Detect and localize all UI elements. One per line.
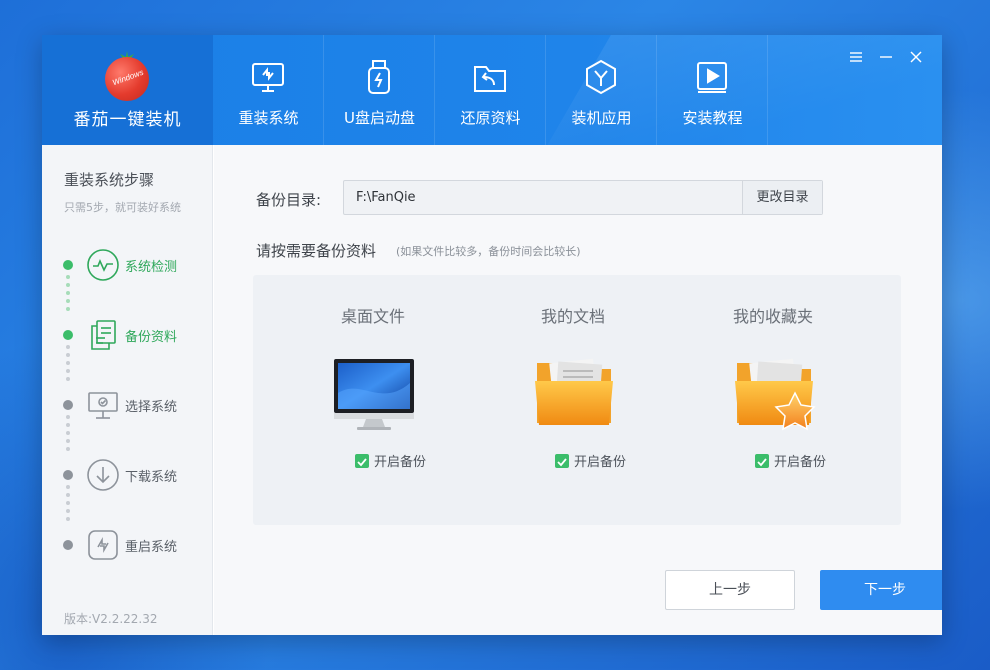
- backup-item-desktop: 桌面文件 开启备份: [273, 275, 473, 525]
- top-nav: 重装系统 U盘启动盘 还原资料 装机应用 安装教程: [213, 35, 768, 145]
- section-title: 请按需要备份资料: [256, 242, 377, 260]
- backup-documents-checkbox[interactable]: 开启备份: [555, 451, 626, 470]
- step-connector: [66, 275, 70, 315]
- version-text: 版本:V2.2.22.32: [64, 612, 158, 626]
- usb-drive-icon: [368, 60, 390, 94]
- section-note: (如果文件比较多，备份时间会比较长): [396, 245, 581, 258]
- checkbox-label: 开启备份: [574, 455, 627, 470]
- item-title: 桌面文件: [340, 307, 405, 326]
- backup-dir-field[interactable]: F:\FanQie 更改目录: [343, 180, 823, 215]
- step-dot: [63, 400, 73, 410]
- header-bar: Windows 番茄一键装机 重装系统 U盘启动盘 还原资料 装机应用 安装教程: [42, 35, 942, 145]
- select-system-monitor-icon: [88, 392, 118, 419]
- favorites-folder-star-icon: [735, 358, 816, 431]
- checkbox-checked-icon: [555, 453, 569, 468]
- step-dot: [63, 330, 73, 340]
- restart-arrows-icon: [88, 530, 118, 560]
- item-title: 我的收藏夹: [732, 307, 813, 326]
- item-title: 我的文档: [540, 307, 605, 326]
- step-label: 重启系统: [125, 540, 178, 555]
- desktop-computer-icon: [334, 359, 414, 430]
- main-content: 备份目录: F:\FanQie 更改目录 请按需要备份资料 (如果文件比较多，备…: [214, 145, 942, 635]
- backup-options-panel: 桌面文件 开启备份 我的文档 开启备份 我的收藏夹 开启备份: [253, 275, 901, 525]
- backup-favorites-checkbox[interactable]: 开启备份: [755, 451, 826, 470]
- pulse-monitor-icon: [87, 249, 119, 281]
- download-arrow-icon: [87, 459, 119, 491]
- step-connector: [66, 485, 70, 525]
- nav-item-reinstall[interactable]: 重装系统: [213, 35, 324, 145]
- step-label: 系统检测: [125, 260, 178, 275]
- reinstall-monitor-icon: [252, 63, 284, 92]
- close-icon[interactable]: [908, 49, 924, 65]
- nav-label: 还原资料: [460, 109, 521, 127]
- step-connector: [66, 345, 70, 385]
- step-dot: [63, 470, 73, 480]
- minimize-icon[interactable]: [878, 49, 894, 65]
- brand-area: Windows 番茄一键装机: [42, 35, 213, 145]
- nav-item-restore[interactable]: 还原资料: [435, 35, 546, 145]
- steps-title: 重装系统步骤: [64, 171, 155, 189]
- steps-subtitle: 只需5步，就可装好系统: [64, 201, 181, 214]
- backup-item-documents: 我的文档 开启备份: [473, 275, 673, 525]
- nav-label: 安装教程: [682, 109, 743, 127]
- step-restart: 重启系统: [42, 525, 213, 565]
- nav-item-usb[interactable]: U盘启动盘: [324, 35, 435, 145]
- step-dot: [63, 260, 73, 270]
- brand-name: 番茄一键装机: [73, 110, 182, 130]
- prev-step-button[interactable]: 上一步: [665, 570, 795, 610]
- next-step-button[interactable]: 下一步: [820, 570, 942, 610]
- nav-item-tutorial[interactable]: 安装教程: [657, 35, 768, 145]
- step-label: 备份资料: [125, 330, 178, 345]
- step-dot: [63, 540, 73, 550]
- steps-sidebar: 重装系统步骤 只需5步，就可装好系统 系统检测 备份资料 选择系统 下载系统 重…: [42, 145, 213, 635]
- menu-icon[interactable]: [848, 49, 864, 65]
- installer-window: Windows 番茄一键装机 重装系统 U盘启动盘 还原资料 装机应用 安装教程…: [42, 35, 942, 635]
- backup-dir-value: F:\FanQie: [356, 190, 416, 205]
- step-label: 下载系统: [125, 470, 178, 485]
- checkbox-checked-icon: [355, 453, 369, 468]
- checkbox-label: 开启备份: [774, 455, 827, 470]
- documents-folder-icon: [535, 358, 613, 425]
- backup-desktop-checkbox[interactable]: 开启备份: [355, 451, 426, 470]
- documents-copy-icon: [91, 320, 116, 350]
- nav-label: U盘启动盘: [344, 109, 415, 127]
- checkbox-checked-icon: [755, 453, 769, 468]
- nav-label: 装机应用: [571, 109, 632, 127]
- apps-y-icon: [586, 59, 616, 95]
- backup-item-favorites: 我的收藏夹 开启备份: [673, 275, 873, 525]
- backup-dir-label: 备份目录:: [256, 191, 322, 209]
- checkbox-label: 开启备份: [374, 455, 427, 470]
- tutorial-play-icon: [697, 62, 727, 93]
- step-label: 选择系统: [125, 400, 178, 415]
- change-dir-button[interactable]: 更改目录: [742, 181, 822, 214]
- nav-label: 重装系统: [238, 109, 299, 127]
- restore-folder-icon: [474, 66, 506, 92]
- window-controls: [848, 49, 924, 65]
- nav-item-apps[interactable]: 装机应用: [546, 35, 657, 145]
- step-connector: [66, 415, 70, 455]
